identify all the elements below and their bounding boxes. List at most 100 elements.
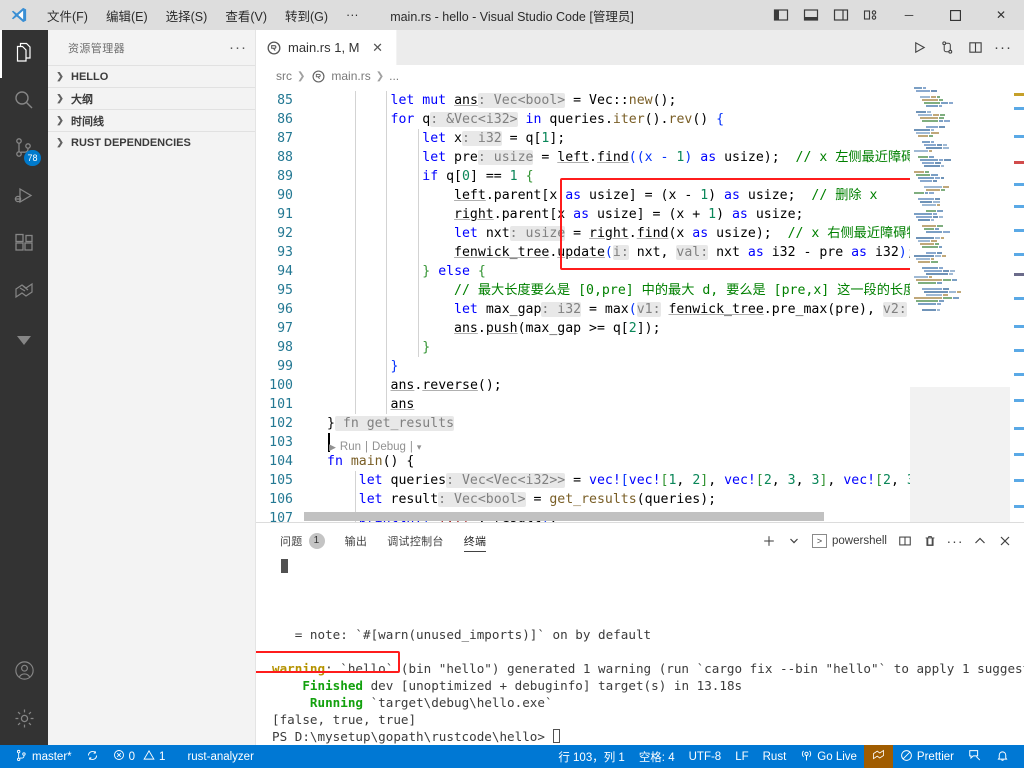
status-eol[interactable]: LF <box>728 745 755 768</box>
code-lens[interactable]: ▶ Run | Debug | ▾ <box>329 438 421 457</box>
toggle-panel-icon[interactable] <box>796 0 826 30</box>
kill-terminal-icon[interactable] <box>919 530 941 552</box>
window-maximize-button[interactable] <box>932 0 978 30</box>
run-rust-test-icon[interactable] <box>934 35 960 61</box>
terminal-output[interactable]: = note: `#[warn(unused_imports)]` on by … <box>256 558 1024 745</box>
menu-view[interactable]: 查看(V) <box>216 2 276 29</box>
status-sync[interactable] <box>79 745 106 768</box>
panel-tab-terminal[interactable]: 终端 <box>454 523 497 558</box>
menu-go[interactable]: 转到(G) <box>276 2 337 29</box>
close-panel-icon[interactable] <box>994 530 1016 552</box>
sidebar-section-hello[interactable]: ❯ HELLO <box>48 65 255 87</box>
scrollbar-decoration <box>1014 183 1024 186</box>
panel-tab-output[interactable]: 输出 <box>335 523 378 558</box>
status-indentation[interactable]: 空格: 4 <box>632 745 682 768</box>
codelens-chevron-down-icon[interactable]: ▾ <box>417 438 422 457</box>
minimap-segment <box>916 279 942 281</box>
editor-vertical-scrollbar[interactable] <box>1010 87 1024 522</box>
panel-tab-problems[interactable]: 问题 1 <box>270 523 335 558</box>
terminal-dropdown-icon[interactable] <box>783 530 805 552</box>
minimap-segment <box>924 270 942 272</box>
activity-item-manage[interactable] <box>0 697 48 745</box>
indent-guide <box>386 110 388 129</box>
status-notifications[interactable] <box>989 745 1016 768</box>
problems-count-badge: 1 <box>308 532 325 549</box>
codelens-run[interactable]: Run <box>340 438 361 457</box>
split-editor-icon[interactable] <box>962 35 988 61</box>
minimap-segment <box>950 270 955 272</box>
minimap-segment <box>924 144 936 146</box>
sidebar-more-actions-icon[interactable]: ··· <box>229 39 247 56</box>
more-actions-icon[interactable]: ··· <box>990 35 1016 61</box>
add-terminal-icon[interactable] <box>758 530 780 552</box>
indent-guide <box>354 91 356 110</box>
editor-tab-main-rs[interactable]: main.rs 1, M ✕ <box>256 30 397 65</box>
minimap-line <box>910 180 1010 182</box>
minimap-line <box>910 243 1010 245</box>
sidebar-section-outline[interactable]: ❯ 大纲 <box>48 87 255 109</box>
editor-horizontal-scrollbar[interactable] <box>256 512 910 522</box>
activity-item-accounts[interactable] <box>0 649 48 697</box>
status-remote-indicator[interactable] <box>863 745 893 768</box>
menu-more[interactable]: ··· <box>337 4 368 26</box>
code-editor[interactable]: 85 86 87 88 89 90 91 92 93 94 95 96 97 98 99 100 101 102 1… <box>256 87 1024 522</box>
minimap-line <box>910 192 1010 194</box>
minimap-line <box>910 171 1010 173</box>
indent-guide <box>354 281 356 300</box>
activity-item-explorer[interactable] <box>0 30 48 78</box>
panel-action-bar: > powershell ··· <box>758 530 1024 552</box>
minimap-line <box>910 201 1010 203</box>
codelens-debug[interactable]: Debug <box>372 438 406 457</box>
breadcrumb-item-src[interactable]: src <box>276 69 292 83</box>
sidebar-section-rust-dependencies[interactable]: ❯ RUST DEPENDENCIES <box>48 131 255 153</box>
sidebar-section-timeline[interactable]: ❯ 时间线 <box>48 109 255 131</box>
status-problems[interactable]: 0 1 <box>106 745 173 768</box>
status-feedback[interactable] <box>961 745 989 768</box>
toggle-primary-sidebar-icon[interactable] <box>766 0 796 30</box>
toggle-secondary-sidebar-icon[interactable] <box>826 0 856 30</box>
run-code-icon[interactable] <box>906 35 932 61</box>
minimap-segment <box>944 159 951 161</box>
minimap-line <box>910 93 1010 95</box>
line-number: 100 <box>269 378 293 393</box>
status-branch[interactable]: master* <box>8 745 79 768</box>
minimap-segment <box>949 291 956 293</box>
activity-item-run-debug[interactable] <box>0 174 48 222</box>
maximize-panel-icon[interactable] <box>969 530 991 552</box>
activity-item-extensions[interactable] <box>0 222 48 270</box>
activity-item-search[interactable] <box>0 78 48 126</box>
breadcrumb-item-main-rs[interactable]: main.rs <box>331 69 370 83</box>
customize-layout-icon[interactable] <box>856 0 886 30</box>
menu-file[interactable]: 文件(F) <box>38 2 97 29</box>
scrollbar-decoration <box>1014 373 1024 376</box>
minimap-slider[interactable] <box>910 387 1010 522</box>
terminal-selector[interactable]: > powershell <box>808 533 891 548</box>
minimap[interactable] <box>910 87 1010 522</box>
folding-gutter[interactable] <box>311 87 327 522</box>
status-rust-analyzer[interactable]: rust-analyzer <box>180 745 260 768</box>
terminal-text: = note: `#[warn(unused_imports)]` on by … <box>272 627 652 642</box>
scrollbar-decoration <box>1014 205 1024 208</box>
close-icon[interactable]: ✕ <box>370 40 386 56</box>
status-cursor-position[interactable]: 行 103，列 1 <box>551 745 631 768</box>
activity-item-testing[interactable] <box>0 318 48 366</box>
status-prettier[interactable]: Prettier <box>893 745 961 768</box>
status-language-mode[interactable]: Rust <box>756 745 794 768</box>
split-terminal-icon[interactable] <box>894 530 916 552</box>
window-minimize-button[interactable]: ─ <box>886 0 932 30</box>
breadcrumb-item-more[interactable]: ... <box>389 69 399 83</box>
panel-tab-debug-console[interactable]: 调试控制台 <box>377 523 454 558</box>
status-go-live[interactable]: Go Live <box>793 745 864 768</box>
remote-icon <box>871 748 886 766</box>
scrollbar-thumb[interactable] <box>304 512 824 521</box>
window-close-button[interactable]: ✕ <box>978 0 1024 30</box>
panel-more-actions-icon[interactable]: ··· <box>944 530 966 552</box>
minimap-segment <box>926 273 948 275</box>
minimap-line <box>910 138 1010 140</box>
activity-item-remote-explorer[interactable] <box>0 270 48 318</box>
status-encoding[interactable]: UTF-8 <box>682 745 729 768</box>
minimap-segment <box>916 174 930 176</box>
menu-edit[interactable]: 编辑(E) <box>97 2 157 29</box>
menu-selection[interactable]: 选择(S) <box>157 2 217 29</box>
activity-item-source-control[interactable]: 78 <box>0 126 48 174</box>
